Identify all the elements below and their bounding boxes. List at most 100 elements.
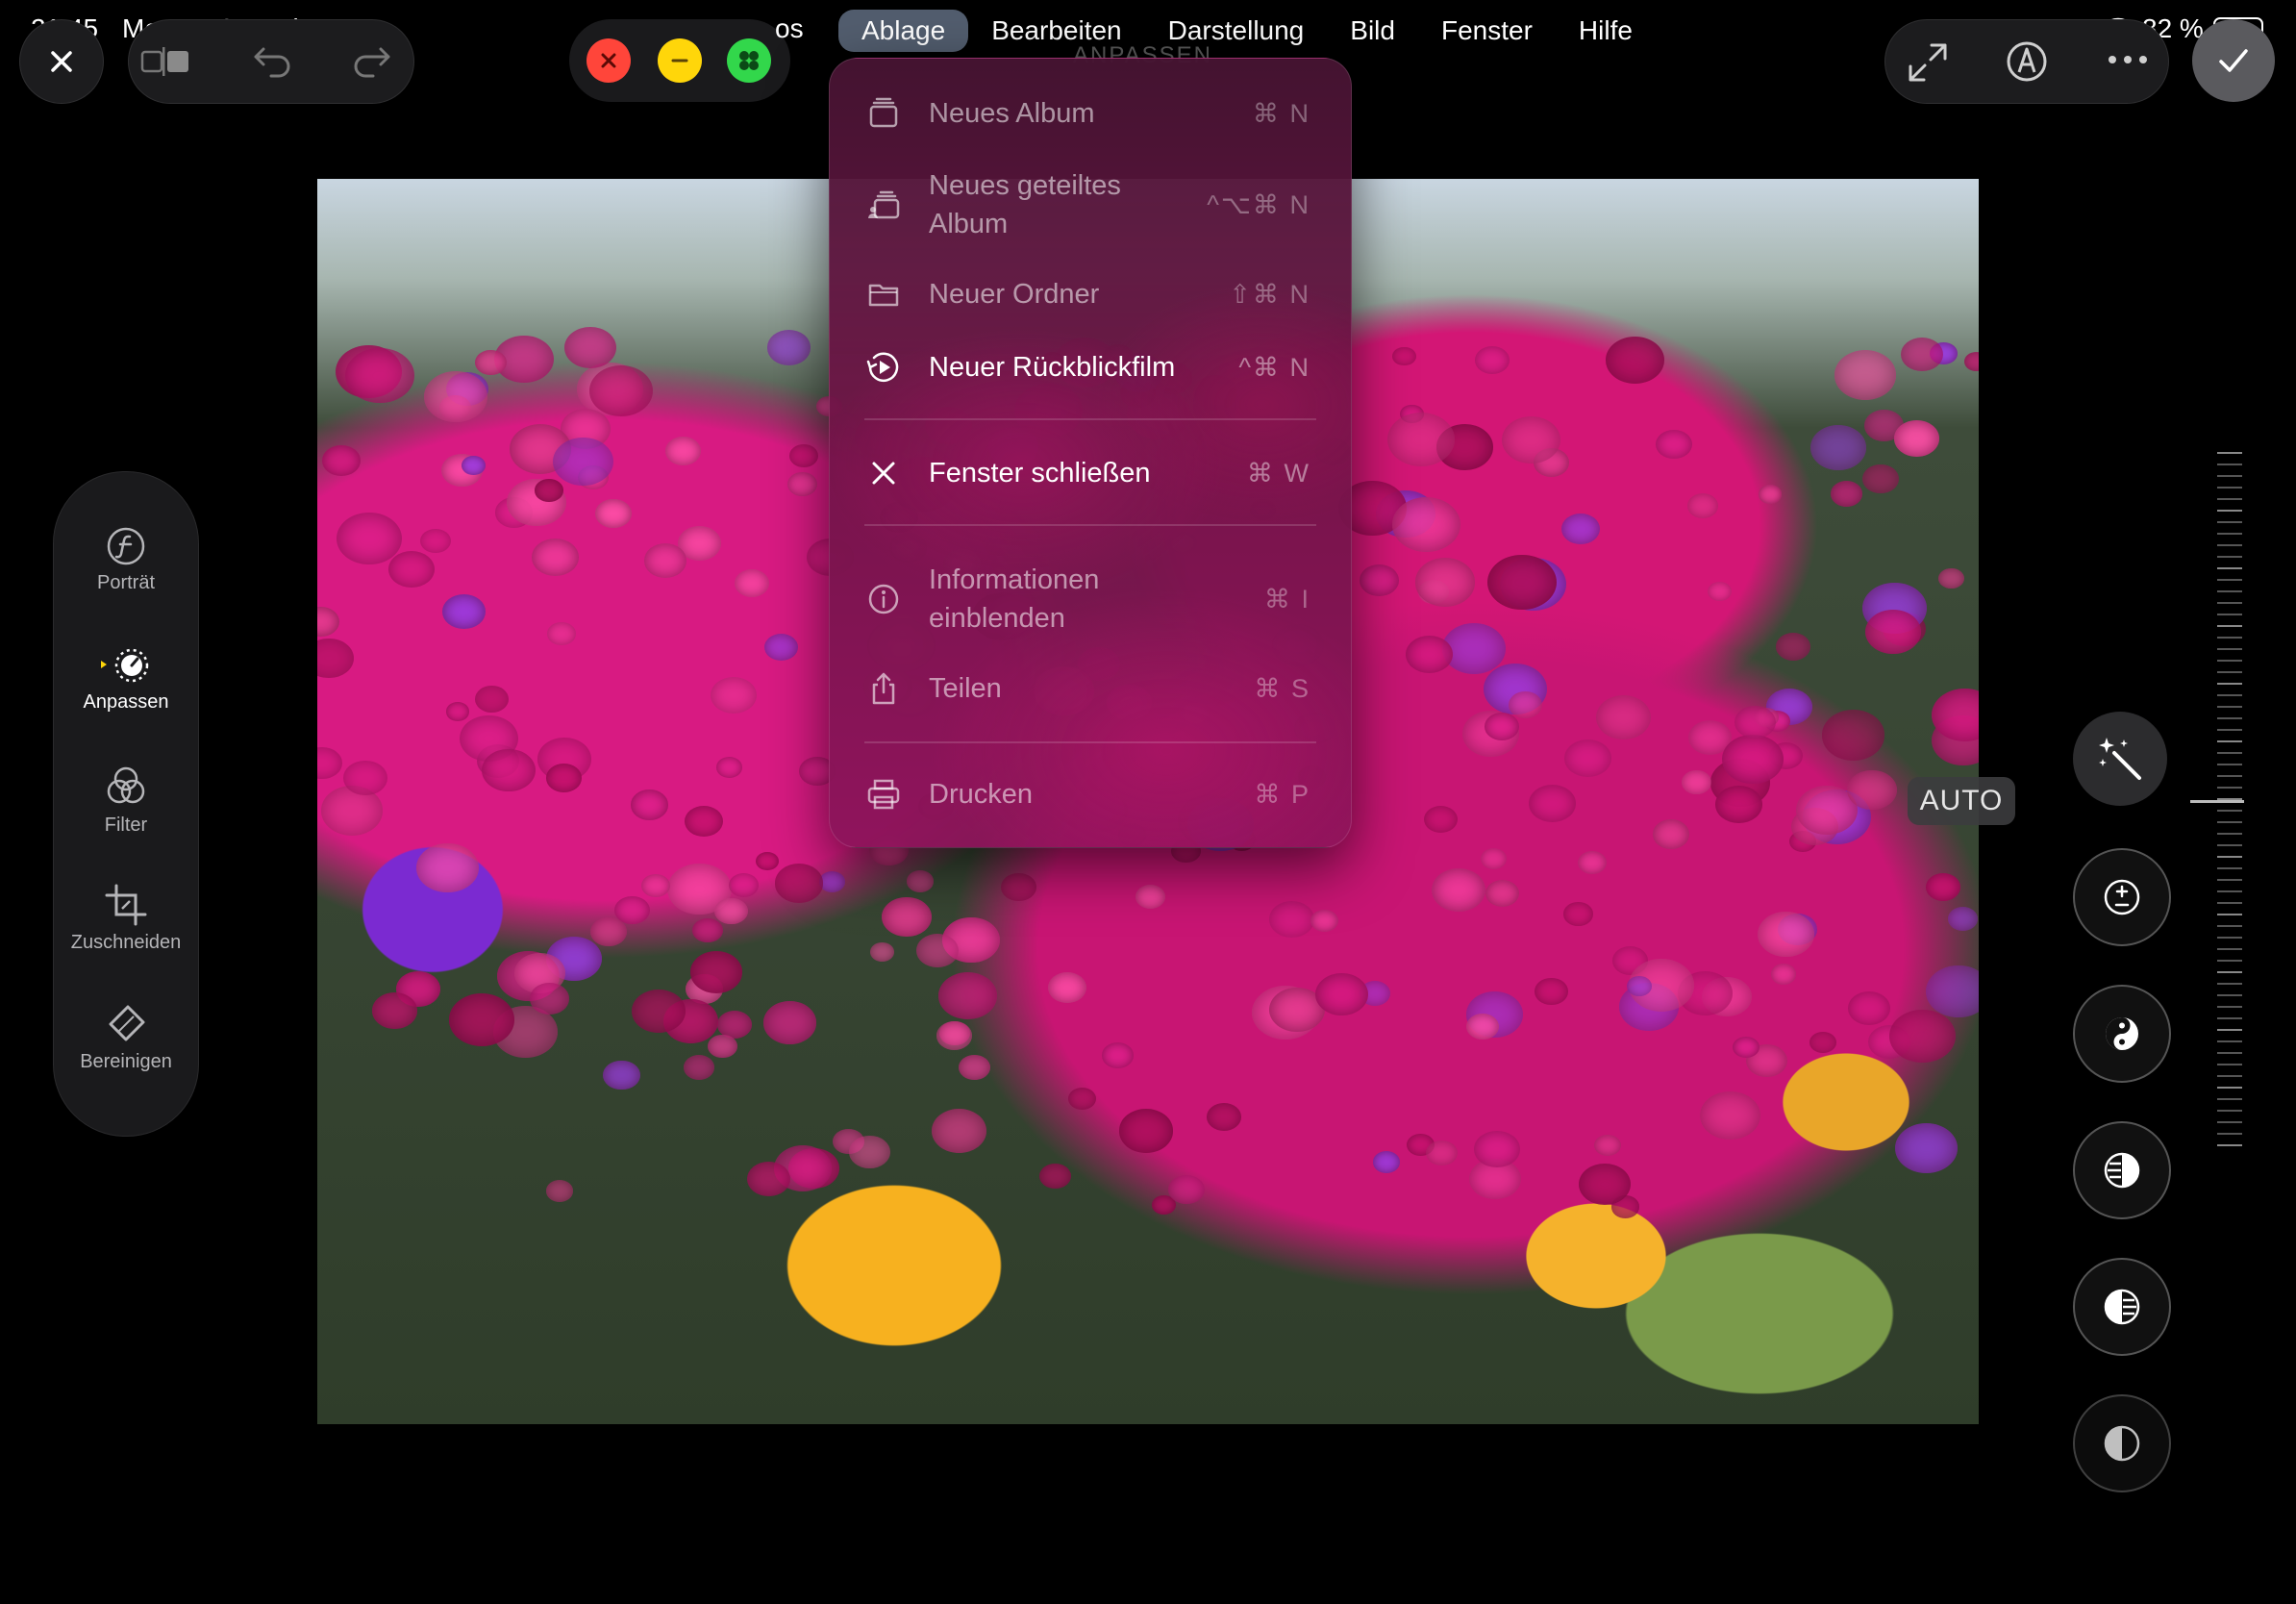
menu-item-close-window[interactable]: Fenster schließen ⌘ W bbox=[830, 443, 1351, 503]
tool-filter[interactable]: Filter bbox=[54, 764, 198, 837]
slider-tick bbox=[2217, 914, 2242, 915]
shadows-button[interactable] bbox=[2073, 1258, 2171, 1356]
tool-crop[interactable]: Zuschneiden bbox=[54, 884, 198, 954]
slider-tick bbox=[2217, 844, 2242, 846]
adjust-dial-icon bbox=[101, 648, 149, 683]
slider-tick bbox=[2217, 764, 2242, 765]
photo-texture bbox=[689, 950, 742, 993]
photo-texture bbox=[317, 638, 355, 679]
slider-tick bbox=[2217, 614, 2242, 615]
photo-texture bbox=[1001, 873, 1036, 902]
slider-indicator[interactable] bbox=[2190, 800, 2244, 803]
redo-button[interactable] bbox=[350, 41, 392, 85]
menu-item-new-memory-movie[interactable]: Neuer Rückblickfilm ^⌘ N bbox=[830, 338, 1351, 397]
photo-texture bbox=[1359, 564, 1400, 596]
photo-texture bbox=[553, 437, 614, 487]
photo-texture bbox=[1925, 873, 1960, 902]
photo-texture bbox=[1135, 884, 1165, 909]
tool-adjust[interactable]: Anpassen bbox=[54, 645, 198, 714]
brilliance-button[interactable] bbox=[2073, 985, 2171, 1083]
photo-texture bbox=[614, 895, 650, 924]
photo-texture bbox=[1406, 636, 1454, 674]
window-tile-button[interactable] bbox=[727, 38, 771, 83]
slider-tick bbox=[2217, 752, 2242, 754]
slider-tick bbox=[2217, 994, 2242, 996]
adjustment-slider[interactable] bbox=[2190, 452, 2244, 1154]
menubar: Ablage Bearbeiten Darstellung Bild Fenst… bbox=[838, 8, 1656, 54]
slider-tick bbox=[2217, 1075, 2242, 1077]
menu-item-show-info[interactable]: Informationen einblenden ⌘ I bbox=[830, 553, 1351, 645]
menu-item-new-album[interactable]: Neues Album ⌘ N bbox=[830, 84, 1351, 143]
slider-tick bbox=[2217, 856, 2242, 858]
slider-tick bbox=[2217, 729, 2242, 731]
window-close-button[interactable] bbox=[586, 38, 631, 83]
menu-item-shortcut: ⌘ P bbox=[1254, 779, 1310, 809]
photo-texture bbox=[1947, 907, 1979, 932]
menu-item-new-folder[interactable]: Neuer Ordner ⇧⌘ N bbox=[830, 264, 1351, 324]
photo-texture bbox=[1475, 346, 1510, 374]
photo-texture bbox=[1560, 513, 1601, 545]
photo-texture bbox=[1894, 1122, 1958, 1173]
photo-texture bbox=[547, 622, 576, 645]
slider-tick bbox=[2217, 533, 2242, 535]
photo-texture bbox=[1831, 481, 1863, 507]
menu-item-shortcut: ⌘ I bbox=[1263, 584, 1310, 614]
menu-fenster[interactable]: Fenster bbox=[1418, 10, 1556, 52]
photo-texture bbox=[1593, 1134, 1621, 1156]
photo-texture bbox=[1268, 901, 1315, 939]
menu-item-label: Neues Album bbox=[929, 98, 1095, 129]
photo-texture bbox=[1392, 497, 1461, 553]
photo-texture bbox=[1848, 991, 1890, 1025]
photo-texture bbox=[936, 1021, 972, 1050]
menu-darstellung[interactable]: Darstellung bbox=[1145, 10, 1328, 52]
photo-texture bbox=[1770, 964, 1797, 985]
menu-item-share[interactable]: Teilen ⌘ S bbox=[830, 659, 1351, 718]
photo-texture bbox=[1414, 558, 1476, 607]
menu-item-print[interactable]: Drucken ⌘ P bbox=[830, 764, 1351, 824]
window-minimize-button[interactable] bbox=[658, 38, 702, 83]
menu-hilfe[interactable]: Hilfe bbox=[1556, 10, 1656, 52]
highlights-icon bbox=[2104, 1152, 2140, 1189]
contrast-button[interactable] bbox=[2073, 1394, 2171, 1492]
menubar-app-partial[interactable]: os bbox=[775, 13, 804, 44]
photo-texture bbox=[388, 551, 435, 589]
slider-tick bbox=[2217, 1017, 2242, 1019]
photo-texture bbox=[1068, 1087, 1097, 1110]
menu-ablage[interactable]: Ablage bbox=[838, 10, 969, 52]
eraser-icon bbox=[109, 1005, 145, 1041]
done-button[interactable] bbox=[2192, 19, 2275, 102]
photo-texture bbox=[882, 896, 932, 937]
photo-texture bbox=[763, 633, 798, 662]
undo-button[interactable] bbox=[252, 41, 294, 85]
slider-tick bbox=[2217, 971, 2242, 973]
photo-texture bbox=[1487, 554, 1557, 610]
slider-tick bbox=[2217, 879, 2242, 881]
photo-texture bbox=[870, 942, 895, 963]
menu-bild[interactable]: Bild bbox=[1327, 10, 1418, 52]
slider-tick bbox=[2217, 602, 2242, 604]
photo-texture bbox=[1207, 1102, 1242, 1131]
tool-cleanup[interactable]: Bereinigen bbox=[54, 1003, 198, 1073]
highlights-button[interactable] bbox=[2073, 1121, 2171, 1219]
slider-tick bbox=[2217, 510, 2242, 512]
filter-circles-icon bbox=[107, 766, 145, 804]
compare-toggle-button[interactable] bbox=[140, 45, 188, 83]
auto-enhance-button[interactable] bbox=[2073, 712, 2167, 806]
more-button[interactable] bbox=[2107, 53, 2149, 71]
expand-button[interactable] bbox=[1907, 41, 1949, 88]
tool-portrait[interactable]: Porträt bbox=[54, 526, 198, 594]
photo-texture bbox=[345, 348, 414, 404]
photo-texture bbox=[482, 748, 537, 792]
window-controls bbox=[569, 19, 790, 102]
undo-icon bbox=[254, 47, 290, 78]
photo-texture bbox=[1431, 868, 1486, 913]
menu-item-new-shared-album[interactable]: Neues geteiltes Album ^⌥⌘ N bbox=[830, 159, 1351, 251]
markup-button[interactable] bbox=[2005, 39, 2049, 88]
menu-bearbeiten[interactable]: Bearbeiten bbox=[968, 10, 1144, 52]
slider-tick bbox=[2217, 1098, 2242, 1100]
exposure-button[interactable] bbox=[2073, 848, 2171, 946]
close-editor-button[interactable] bbox=[19, 19, 104, 104]
slider-tick bbox=[2217, 775, 2242, 777]
file-menu: Neues Album ⌘ N Neues geteiltes Album ^⌥… bbox=[829, 58, 1352, 848]
photo-texture bbox=[774, 864, 823, 903]
